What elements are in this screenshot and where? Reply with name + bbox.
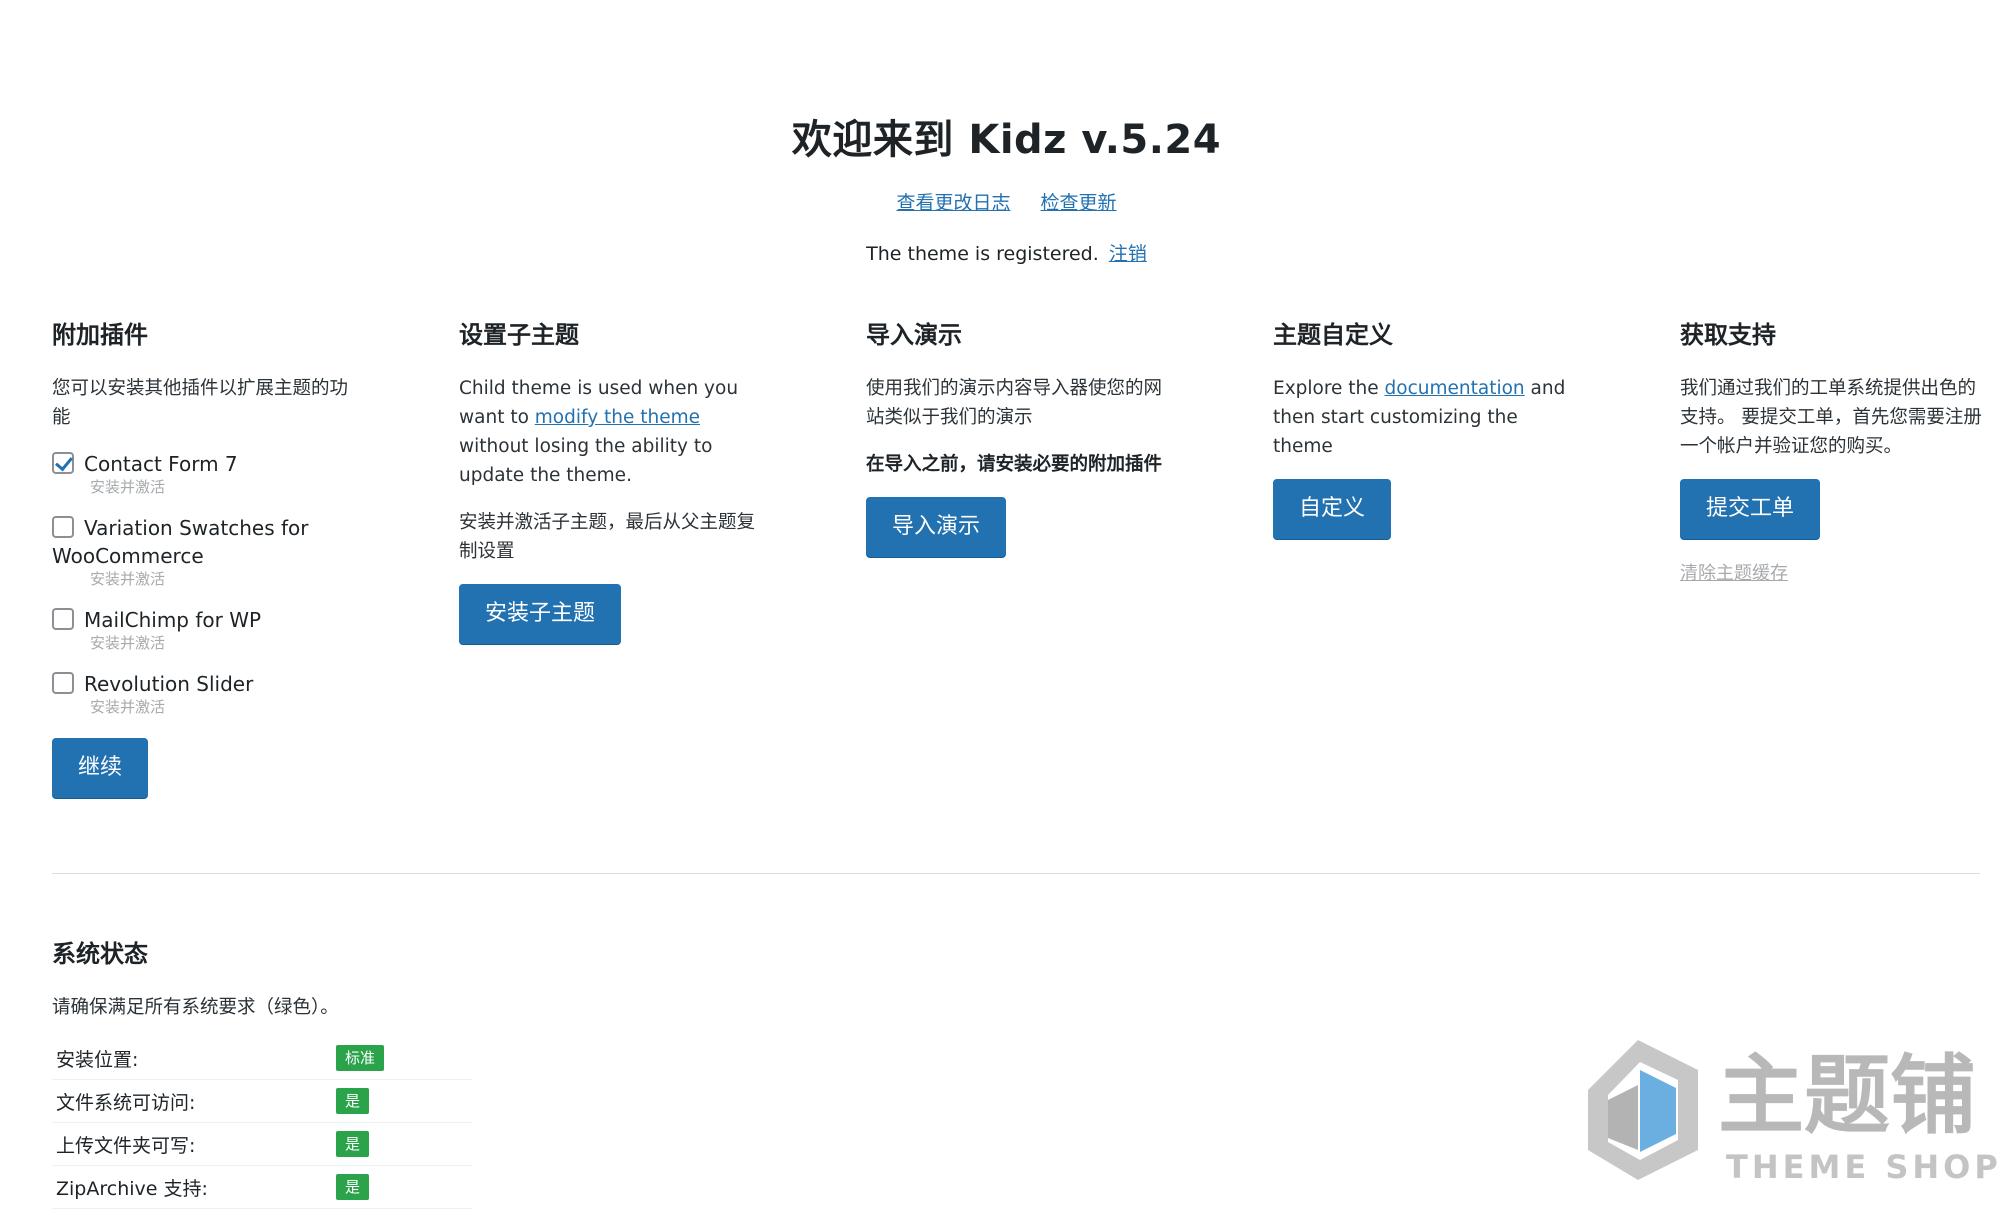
plugins-heading: 附加插件 bbox=[52, 321, 148, 349]
clear-theme-cache-link[interactable]: 清除主题缓存 bbox=[1680, 563, 1788, 584]
plugin-list: Contact Form 7 安装并激活 Variation Swatches … bbox=[52, 450, 372, 716]
import-demo-description: 使用我们的演示内容导入器使您的网站类似于我们的演示 bbox=[866, 378, 1163, 428]
support-description: 我们通过我们的工单系统提供出色的支持。 要提交工单，首先您需要注册一个帐户并验证… bbox=[1680, 378, 1982, 457]
continue-button[interactable]: 继续 bbox=[52, 738, 149, 798]
install-child-theme-button[interactable]: 安装子主题 bbox=[459, 584, 622, 644]
status-badge: 是 bbox=[336, 1131, 370, 1157]
child-theme-description: Child theme is used when you want to mod… bbox=[459, 374, 769, 490]
plugins-section: 附加插件 您可以安装其他插件以扩展主题的功能 Contact Form 7 安装… bbox=[52, 318, 372, 798]
customize-desc-pre: Explore the bbox=[1273, 378, 1385, 399]
registration-status: The theme is registered. 注销 bbox=[0, 239, 2013, 266]
documentation-link[interactable]: documentation bbox=[1385, 378, 1525, 399]
import-demo-section: 导入演示 使用我们的演示内容导入器使您的网站类似于我们的演示 在导入之前，请安装… bbox=[866, 318, 1186, 557]
watermark-en-text: THEME SHOP bbox=[1726, 1148, 1998, 1186]
section-divider bbox=[52, 873, 1980, 874]
system-status-heading: 系统状态 bbox=[52, 940, 148, 968]
support-section: 获取支持 我们通过我们的工单系统提供出色的支持。 要提交工单，首先您需要注册一个… bbox=[1680, 318, 2000, 585]
check-update-link[interactable]: 检查更新 bbox=[1041, 192, 1117, 214]
status-badge: 是 bbox=[336, 1088, 370, 1114]
plugin-item-mailchimp: MailChimp for WP 安装并激活 bbox=[52, 606, 372, 652]
import-demo-heading: 导入演示 bbox=[866, 321, 962, 349]
plugin-action-text: 安装并激活 bbox=[90, 698, 166, 716]
plugin-item-contact-form-7: Contact Form 7 安装并激活 bbox=[52, 450, 372, 496]
status-row: ZipArchive 支持: 是 bbox=[52, 1166, 472, 1209]
import-demo-button[interactable]: 导入演示 bbox=[866, 497, 1007, 557]
theme-shop-watermark: 主题铺 THEME SHOP bbox=[1578, 1030, 1998, 1190]
system-status-description: 请确保满足所有系统要求（绿色）。 bbox=[52, 997, 339, 1018]
deregister-link[interactable]: 注销 bbox=[1109, 243, 1147, 265]
customize-description: Explore the documentation and then start… bbox=[1273, 374, 1583, 461]
status-label: 文件系统可访问: bbox=[56, 1091, 196, 1114]
plugin-checkbox-variation-swatches[interactable] bbox=[52, 516, 74, 538]
plugin-checkbox-contact-form-7[interactable] bbox=[52, 452, 74, 474]
child-theme-section: 设置子主题 Child theme is used when you want … bbox=[459, 318, 779, 644]
plugin-action-text: 安装并激活 bbox=[90, 570, 166, 588]
plugin-item-variation-swatches: Variation Swatches for WooCommerce 安装并激活 bbox=[52, 514, 372, 588]
status-label: 安装位置: bbox=[56, 1048, 139, 1071]
welcome-header: 欢迎来到 Kidz v.5.24 查看更改日志 检查更新 The theme i… bbox=[0, 112, 2013, 266]
child-theme-instructions: 安装并激活子主题，最后从父主题复制设置 bbox=[459, 512, 756, 562]
plugin-checkbox-mailchimp[interactable] bbox=[52, 608, 74, 630]
modify-theme-link[interactable]: modify the theme bbox=[535, 407, 700, 428]
plugin-action-text: 安装并激活 bbox=[90, 478, 166, 496]
status-row: 上传文件夹可写: 是 bbox=[52, 1123, 472, 1166]
registered-text: The theme is registered. bbox=[866, 243, 1099, 265]
status-badge: 是 bbox=[336, 1174, 370, 1200]
plugin-name: Contact Form 7 bbox=[84, 452, 238, 476]
plugin-name: Revolution Slider bbox=[84, 672, 254, 696]
plugin-name: MailChimp for WP bbox=[84, 608, 262, 632]
header-links: 查看更改日志 检查更新 bbox=[0, 188, 2013, 215]
submit-ticket-button[interactable]: 提交工单 bbox=[1680, 479, 1821, 539]
support-heading: 获取支持 bbox=[1680, 321, 1776, 349]
status-row: 文件系统可访问: 是 bbox=[52, 1080, 472, 1123]
plugin-checkbox-revolution-slider[interactable] bbox=[52, 672, 74, 694]
view-changelog-link[interactable]: 查看更改日志 bbox=[896, 192, 1010, 214]
watermark-logo-icon: 主题铺 THEME SHOP bbox=[1588, 1040, 1998, 1186]
customize-section: 主题自定义 Explore the documentation and then… bbox=[1273, 318, 1593, 539]
plugin-name: Variation Swatches for WooCommerce bbox=[52, 516, 309, 568]
import-demo-note: 在导入之前，请安装必要的附加插件 bbox=[866, 454, 1163, 475]
plugin-action-text: 安装并激活 bbox=[90, 634, 166, 652]
status-row: 安装位置: 标准 bbox=[52, 1037, 472, 1080]
watermark-cn-text: 主题铺 bbox=[1718, 1046, 1976, 1146]
status-label: 上传文件夹可写: bbox=[56, 1134, 196, 1157]
system-status-section: 系统状态 请确保满足所有系统要求（绿色）。 安装位置: 标准 文件系统可访问: … bbox=[52, 937, 472, 1209]
status-badge: 标准 bbox=[336, 1045, 385, 1071]
plugins-description: 您可以安装其他插件以扩展主题的功能 bbox=[52, 378, 349, 428]
child-theme-desc-post: without losing the ability to update the… bbox=[459, 436, 713, 486]
status-label: ZipArchive 支持: bbox=[56, 1177, 208, 1200]
child-theme-heading: 设置子主题 bbox=[459, 321, 579, 349]
customize-button[interactable]: 自定义 bbox=[1273, 479, 1392, 539]
page-title: 欢迎来到 Kidz v.5.24 bbox=[791, 117, 1222, 163]
plugin-item-revolution-slider: Revolution Slider 安装并激活 bbox=[52, 670, 372, 716]
customize-heading: 主题自定义 bbox=[1273, 321, 1393, 349]
